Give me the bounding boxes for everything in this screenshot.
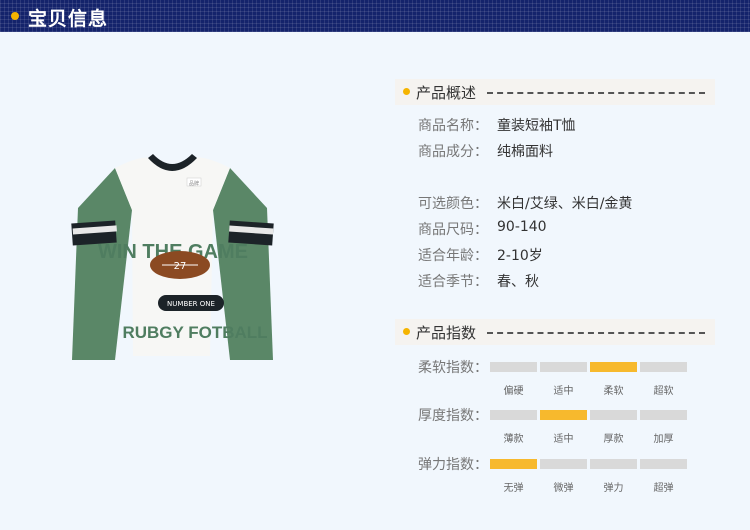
meter-option-label: 薄款 (503, 434, 524, 445)
meter-option-label: 适中 (553, 386, 574, 397)
indices-title: 产品指数 (416, 324, 477, 342)
meter-segment (490, 410, 537, 420)
info-label: 商品名称： (418, 118, 488, 134)
meter-label: 弹力指数： (418, 457, 488, 473)
meter-segment (540, 410, 587, 420)
bullet-dot-icon (11, 12, 19, 20)
banner-title: 宝贝信息 (28, 8, 109, 30)
info-label: 适合年龄： (418, 248, 488, 264)
info-value: 纯棉面料 (497, 144, 553, 160)
meter-option-label: 弹力 (603, 483, 624, 494)
meter-segment (640, 410, 687, 420)
info-value: 春、秋 (497, 274, 539, 290)
softness-meter: 柔软指数： 偏硬 适中 柔软 超软 (418, 358, 698, 398)
info-value: 童装短袖T恤 (497, 118, 576, 134)
dashed-divider (487, 332, 705, 334)
meter-option-label: 厚款 (603, 434, 624, 445)
meter-segment (590, 362, 637, 372)
meter-option-label: 偏硬 (503, 386, 524, 397)
meter-option-label: 适中 (553, 434, 574, 445)
product-image: 品牌 WIN THE GAME 27 NUMBER ONE RUBGY FOTB… (71, 154, 274, 360)
info-value: 90-140 (497, 219, 547, 235)
info-label: 可选颜色： (418, 196, 488, 212)
meter-option-label: 加厚 (653, 434, 674, 445)
bullet-dot-icon (403, 328, 410, 335)
info-label: 适合季节： (418, 274, 488, 290)
print-line-2: RUBGY FOTBALL (122, 323, 267, 342)
meter-segment (590, 410, 637, 420)
print-badge: NUMBER ONE (167, 300, 215, 308)
overview-title: 产品概述 (416, 84, 477, 102)
indices-section-head: 产品指数 (395, 319, 715, 345)
meter-segment (640, 362, 687, 372)
info-value: 米白/艾绿、米白/金黄 (497, 196, 633, 212)
bullet-dot-icon (403, 88, 410, 95)
meter-option-label: 微弹 (553, 483, 574, 494)
meter-label: 厚度指数： (418, 408, 488, 424)
meter-option-label: 柔软 (603, 386, 624, 397)
meter-option-label: 超弹 (653, 483, 674, 494)
elasticity-meter: 弹力指数： 无弹 微弹 弹力 超弹 (418, 455, 698, 495)
info-value: 2-10岁 (497, 248, 543, 264)
meter-segment (590, 459, 637, 469)
meter-segment (540, 459, 587, 469)
garment-tag: 品牌 (189, 180, 199, 187)
meter-option-label: 无弹 (503, 483, 524, 494)
info-label: 商品成分： (418, 144, 488, 160)
thickness-meter: 厚度指数： 薄款 适中 厚款 加厚 (418, 406, 698, 446)
meter-segment (490, 459, 537, 469)
info-label: 商品尺码： (418, 222, 488, 238)
overview-section-head: 产品概述 (395, 79, 715, 105)
meter-segment (490, 362, 537, 372)
ball-number: 27 (174, 261, 187, 272)
meter-segment (540, 362, 587, 372)
header-banner: 宝贝信息 (0, 0, 750, 32)
meter-label: 柔软指数： (418, 360, 488, 376)
dashed-divider (487, 92, 705, 94)
meter-segment (640, 459, 687, 469)
meter-option-label: 超软 (653, 386, 674, 397)
